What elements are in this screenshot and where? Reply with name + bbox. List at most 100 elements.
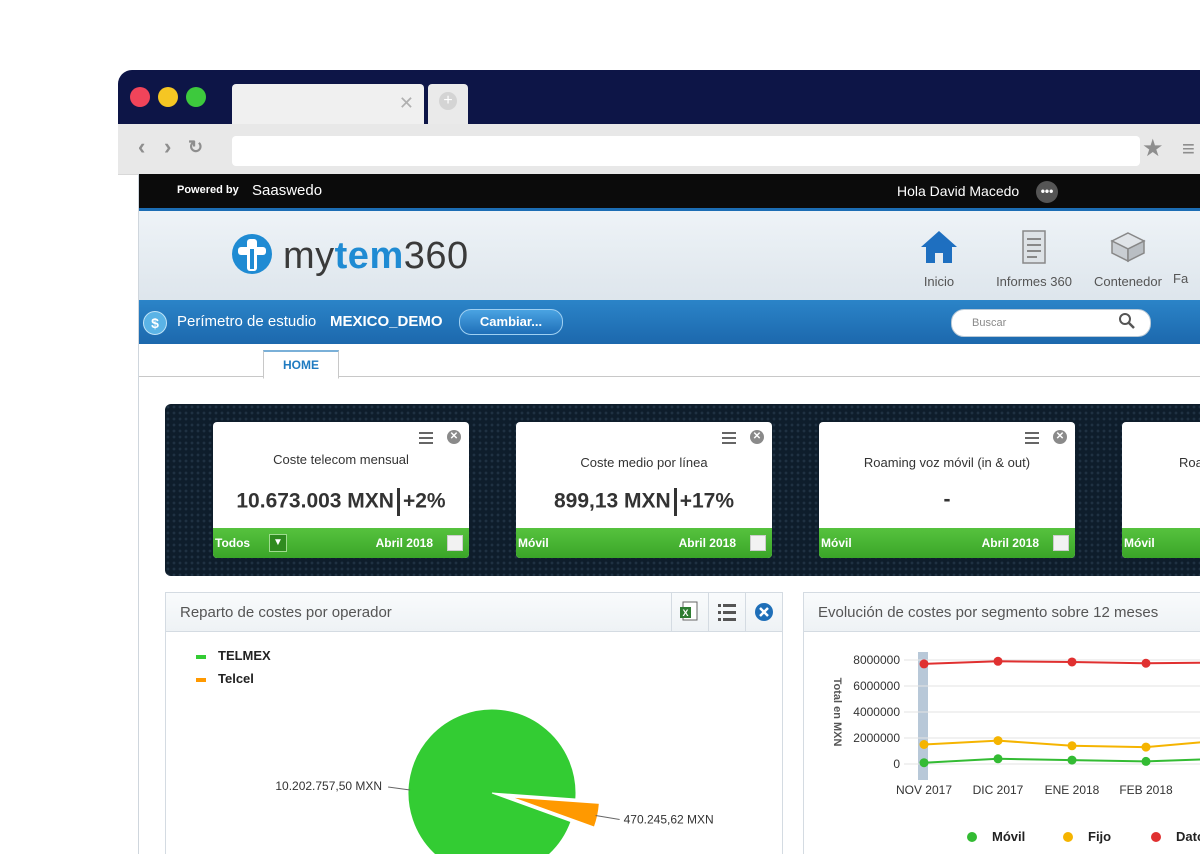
nav-contenedor[interactable]: Contenedor — [1083, 229, 1173, 289]
search-input[interactable]: Buscar — [951, 309, 1151, 337]
kpi-value-amount: 10.673.003 MXN — [236, 489, 394, 513]
pie-label-telmex: 10.202.757,50 MXN — [275, 779, 382, 793]
pie-panel-header: Reparto de costes por operador X — [166, 593, 782, 632]
window-maximize-dot[interactable] — [186, 87, 206, 107]
browser-menu-icon[interactable]: ≡ — [1182, 136, 1195, 162]
bookmark-star-icon[interactable]: ★ — [1142, 134, 1164, 163]
window-minimize-dot[interactable] — [158, 87, 178, 107]
kpi-card-roaming-truncated: Roa Móvil — [1122, 422, 1200, 558]
x-tick-label: DIC 2017 — [973, 783, 1024, 797]
series-point — [1067, 741, 1077, 751]
report-icon — [1022, 230, 1046, 264]
kpi-close-icon[interactable]: ✕ — [447, 430, 461, 444]
close-icon — [755, 603, 773, 621]
pie-label-line-telcel — [595, 814, 620, 820]
kpi-month: Abril 2018 — [678, 536, 736, 550]
kpi-card-roaming-voice: ✕ Roaming voz móvil (in & out) - Móvil A… — [819, 422, 1075, 558]
legend-swatch-telcel — [196, 678, 206, 682]
kpi-title: Roaming voz móvil (in & out) — [863, 455, 1031, 470]
reload-icon[interactable]: ↻ — [188, 136, 203, 158]
kpi-segment: Todos — [215, 536, 251, 550]
search-icon[interactable] — [1118, 312, 1136, 330]
browser-toolbar: ‹ › ↻ ★ ≡ — [118, 124, 1200, 175]
dollar-coin-icon: $ — [143, 311, 167, 335]
calendar-icon[interactable] — [447, 535, 463, 551]
pie-label-line-telmex — [388, 786, 411, 791]
calendar-icon[interactable] — [1053, 535, 1069, 551]
pie-options-button[interactable] — [708, 593, 745, 631]
excel-icon: X — [680, 601, 698, 621]
list-icon — [718, 604, 736, 621]
y-axis-label: Total en MXN — [831, 678, 843, 747]
kpi-value: 899,13 MXN +17% — [516, 488, 772, 516]
page-tabs: HOME — [139, 344, 1200, 379]
back-icon[interactable]: ‹ — [138, 136, 145, 158]
kpi-segment: Móvil — [518, 536, 549, 550]
kpi-card-monthly-cost: ✕ Coste telecom mensual 10.673.003 MXN +2… — [213, 422, 469, 558]
y-tick-label: 2000000 — [853, 731, 900, 745]
pie-close-button[interactable] — [745, 593, 782, 631]
svg-text:X: X — [682, 608, 688, 618]
nav-contenedor-label: Contenedor — [1094, 274, 1162, 289]
pie-chart-panel: Reparto de costes por operador X TELMEX … — [165, 592, 783, 854]
kpi-close-icon[interactable]: ✕ — [750, 430, 764, 444]
series-point — [1141, 756, 1151, 766]
kpi-options-icon[interactable] — [722, 432, 736, 444]
segment-dropdown-icon[interactable]: ▼ — [269, 534, 287, 552]
series-line-2 — [923, 660, 1200, 665]
saaswedo-brand[interactable]: Saaswedo — [252, 182, 322, 199]
powered-by-label: Powered by — [177, 184, 239, 196]
series-line-0 — [923, 757, 1200, 764]
y-tick-label: 6000000 — [853, 679, 900, 693]
user-menu-icon[interactable]: ••• — [1036, 181, 1058, 203]
change-perimeter-button[interactable]: Cambiar... — [459, 309, 563, 335]
y-tick-label: 4000000 — [853, 705, 900, 719]
window-close-dot[interactable] — [130, 87, 150, 107]
new-tab-button[interactable]: + — [428, 84, 468, 124]
home-icon — [921, 231, 957, 263]
x-tick-label: NOV 2017 — [896, 783, 952, 797]
perimeter-label: Perímetro de estudio — [177, 313, 317, 330]
container-icon — [1110, 232, 1146, 263]
mytem-logo-text: mytem360 — [283, 235, 469, 277]
kpi-month: Abril 2018 — [375, 536, 433, 550]
pie-chart: TELMEX Telcel 10.202.757,50 MXN 470.245,62 … — [196, 648, 714, 854]
kpi-close-icon[interactable]: ✕ — [1053, 430, 1067, 444]
legend-marker — [967, 832, 977, 842]
kpi-footer: Todos ▼ Abril 2018 — [213, 528, 469, 558]
kpi-value-amount: 899,13 MXN — [553, 489, 671, 513]
legend-marker — [1151, 832, 1161, 842]
nav-informes[interactable]: Informes 360 — [989, 229, 1079, 289]
browser-window: ✕ + ‹ › ↻ ★ ≡ Powered by Saaswedo Hola D… — [118, 70, 1200, 854]
kpi-options-icon[interactable] — [1025, 432, 1039, 444]
series-point — [919, 659, 929, 669]
x-tick-label: FEB 2018 — [1119, 783, 1173, 797]
kpi-card-avg-cost-line: ✕ Coste medio por línea 899,13 MXN +17% M… — [516, 422, 772, 558]
browser-tab[interactable]: ✕ — [232, 84, 424, 124]
line-chart-panel: Evolución de costes por segmento sobre 1… — [803, 592, 1200, 854]
line-chart: Total en MXN 0 2000000 4000000 6000000 800000… — [831, 652, 1200, 844]
plus-icon: + — [439, 92, 457, 110]
calendar-icon[interactable] — [750, 535, 766, 551]
kpi-segment: Móvil — [821, 536, 852, 550]
kpi-title: Roa — [1179, 455, 1200, 470]
tab-close-icon[interactable]: ✕ — [399, 93, 414, 114]
brand-header: mytem360 Inicio Informes 360 Contenedor … — [139, 208, 1200, 303]
kpi-title: Coste medio por línea — [580, 455, 708, 470]
forward-icon[interactable]: › — [164, 136, 171, 158]
kpi-value: 10.673.003 MXN +2% — [213, 488, 469, 516]
line-panel-header: Evolución de costes por segmento sobre 1… — [804, 593, 1200, 632]
nav-inicio[interactable]: Inicio — [894, 229, 984, 289]
export-excel-button[interactable]: X — [671, 593, 708, 631]
pie-panel-title: Reparto de costes por operador — [180, 604, 392, 621]
legend-swatch-telmex — [196, 655, 206, 659]
legend-label-telcel: Telcel — [218, 671, 254, 686]
kpi-footer: Móvil Abril 2018 — [819, 528, 1075, 558]
nav-truncated[interactable]: Fa — [1173, 229, 1200, 286]
kpi-options-icon[interactable] — [419, 432, 433, 444]
kpi-segment: Móvil — [1124, 536, 1155, 550]
series-point — [1067, 657, 1077, 667]
tab-home[interactable]: HOME — [263, 350, 339, 379]
address-bar[interactable] — [232, 136, 1140, 166]
series-point — [1141, 658, 1151, 668]
